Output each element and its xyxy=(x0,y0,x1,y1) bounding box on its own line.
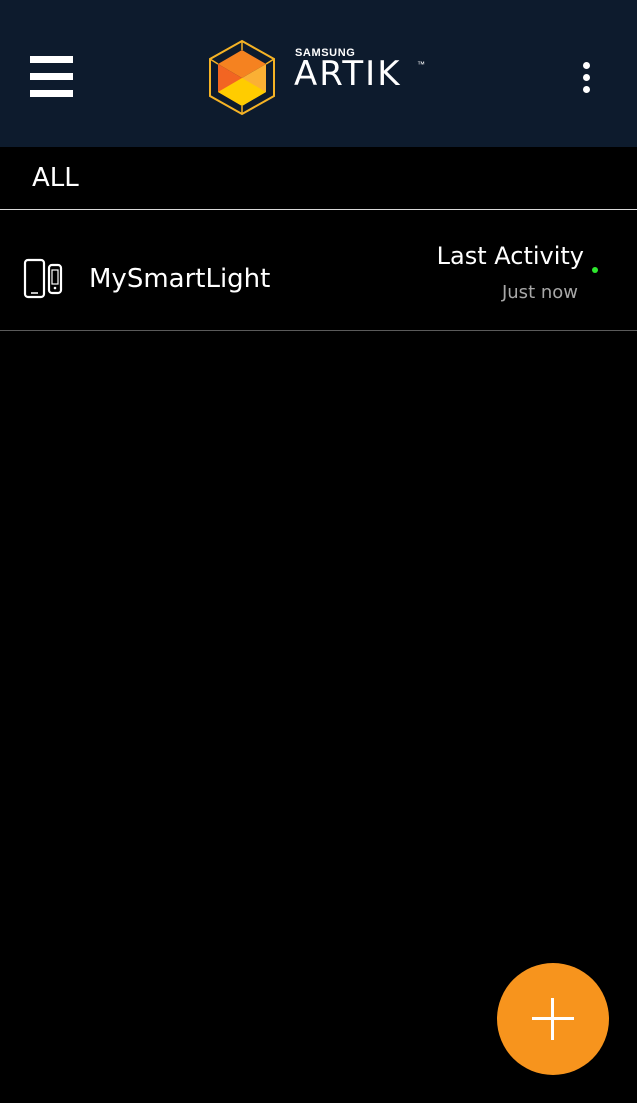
artik-cube-icon xyxy=(209,39,275,116)
more-vertical-icon-dot xyxy=(583,86,590,93)
more-vertical-icon xyxy=(583,62,590,69)
menu-button[interactable] xyxy=(22,48,80,104)
add-device-button[interactable] xyxy=(497,963,609,1075)
more-vertical-icon-dot xyxy=(583,74,590,81)
device-list-item[interactable]: MySmartLight Last Activity Just now xyxy=(0,210,637,331)
brand-trademark: ™ xyxy=(417,60,425,69)
hamburger-menu-icon-bar xyxy=(30,73,73,80)
last-activity-label: Last Activity xyxy=(436,242,584,270)
filter-label: ALL xyxy=(32,163,79,193)
more-options-button[interactable] xyxy=(570,56,604,98)
brand-name: ARTIK xyxy=(294,54,402,94)
last-activity-time: Just now xyxy=(501,282,578,303)
device-filter-bar[interactable]: ALL xyxy=(0,147,637,210)
hamburger-menu-icon-bar xyxy=(30,90,73,97)
online-status-indicator xyxy=(592,267,598,273)
device-name: MySmartLight xyxy=(89,264,271,294)
artik-logo: SAMSUNG ARTIK ™ xyxy=(206,38,432,118)
app-root: SAMSUNG ARTIK ™ ALL MySmartLight Last Ac… xyxy=(0,0,637,1103)
app-header: SAMSUNG ARTIK ™ xyxy=(0,0,637,147)
devices-icon xyxy=(23,258,63,299)
plus-icon-vertical xyxy=(551,998,554,1040)
hamburger-menu-icon xyxy=(30,56,73,63)
